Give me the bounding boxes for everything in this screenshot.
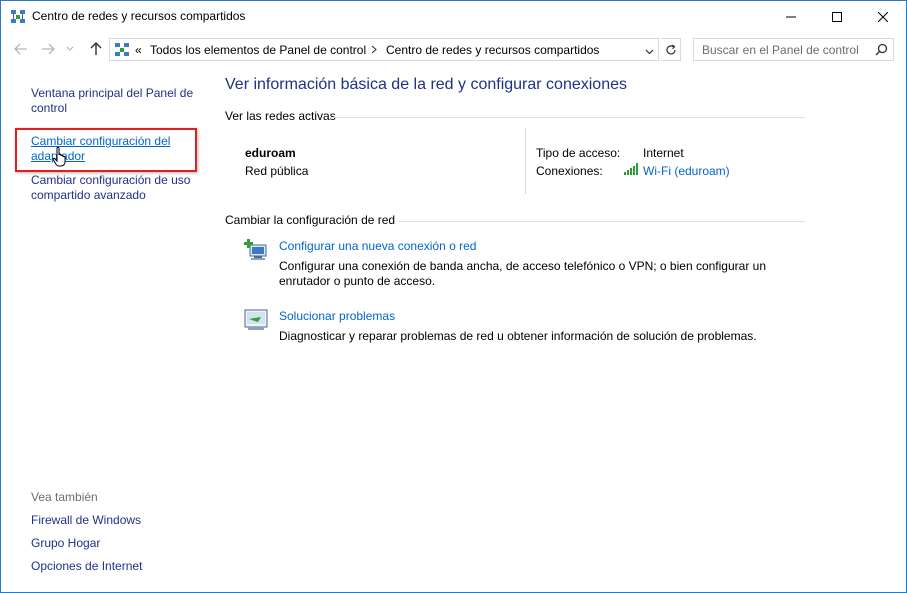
minimize-icon xyxy=(786,16,796,17)
see-also-link-firewall[interactable]: Firewall de Windows xyxy=(31,513,206,528)
wifi-signal-icon xyxy=(624,163,639,178)
breadcrumb-overflow[interactable]: « xyxy=(135,43,142,57)
breadcrumb-separator-icon[interactable] xyxy=(371,43,377,57)
chevron-down-icon xyxy=(66,46,74,51)
network-category-link[interactable]: Red pública xyxy=(245,164,308,178)
section-divider xyxy=(331,117,805,118)
search-icon[interactable] xyxy=(875,43,888,59)
connections-label: Conexiones: xyxy=(536,164,603,178)
window-title: Centro de redes y recursos compartidos xyxy=(32,9,246,23)
search-input[interactable]: Buscar en el Panel de control xyxy=(693,38,894,61)
title-bar[interactable]: Centro de redes y recursos compartidos xyxy=(1,1,906,32)
page-title: Ver información básica de la red y confi… xyxy=(225,76,627,93)
close-icon xyxy=(878,11,888,22)
refresh-icon xyxy=(665,43,676,54)
active-networks-heading: Ver las redes activas xyxy=(225,109,336,123)
minimize-button[interactable] xyxy=(768,1,814,32)
troubleshoot-link[interactable]: Solucionar problemas xyxy=(279,309,395,323)
breadcrumb-network-center[interactable]: Centro de redes y recursos compartidos xyxy=(386,43,599,57)
see-also-link-internet-options[interactable]: Opciones de Internet xyxy=(31,559,206,574)
breadcrumb-all-items[interactable]: Todos los elementos de Panel de control xyxy=(150,43,366,57)
left-pane: Ventana principal del Panel de control C… xyxy=(1,67,211,592)
close-button[interactable] xyxy=(860,1,906,32)
setup-new-connection-link[interactable]: Configurar una nueva conexión o red xyxy=(279,239,476,253)
sidebar-link-advanced-sharing[interactable]: Cambiar configuración de uso compartido … xyxy=(31,173,206,203)
new-connection-icon xyxy=(244,239,270,261)
see-also-heading: Vea también xyxy=(31,490,98,504)
forward-arrow-icon xyxy=(42,43,55,55)
navigation-bar: « Todos los elementos de Panel de contro… xyxy=(1,32,906,67)
see-also-link-homegroup[interactable]: Grupo Hogar xyxy=(31,536,206,551)
address-dropdown-icon[interactable] xyxy=(645,44,654,58)
up-arrow-icon xyxy=(90,42,102,55)
highlight-box xyxy=(15,128,197,172)
hand-cursor-icon xyxy=(52,146,68,170)
network-center-icon xyxy=(114,42,130,58)
address-bar[interactable]: « Todos los elementos de Panel de contro… xyxy=(109,38,659,61)
recent-locations-button[interactable] xyxy=(64,40,76,58)
refresh-button[interactable] xyxy=(661,38,681,61)
back-arrow-icon xyxy=(14,43,27,55)
troubleshoot-icon xyxy=(244,309,270,331)
network-center-icon xyxy=(10,9,26,25)
change-settings-heading: Cambiar la configuración de red xyxy=(225,213,396,227)
troubleshoot-description: Diagnosticar y reparar problemas de red … xyxy=(279,329,757,343)
control-panel-window: Centro de redes y recursos compartidos «… xyxy=(0,0,907,593)
maximize-button[interactable] xyxy=(814,1,860,32)
back-button[interactable] xyxy=(12,40,30,58)
sidebar-link-control-panel-home[interactable]: Ventana principal del Panel de control xyxy=(31,86,206,116)
setup-new-connection-description: Configurar una conexión de banda ancha, … xyxy=(279,259,766,288)
network-name: eduroam xyxy=(245,146,296,160)
up-button[interactable] xyxy=(87,40,105,58)
maximize-icon xyxy=(832,11,842,22)
search-placeholder: Buscar en el Panel de control xyxy=(702,43,859,57)
forward-button[interactable] xyxy=(39,40,57,58)
access-type-label: Tipo de acceso: xyxy=(536,146,621,160)
network-divider xyxy=(525,128,526,194)
wifi-connection-link[interactable]: Wi-Fi (eduroam) xyxy=(643,164,730,178)
main-pane: Ver información básica de la red y confi… xyxy=(211,67,906,592)
access-type-value: Internet xyxy=(643,146,684,160)
section-divider xyxy=(399,221,805,222)
